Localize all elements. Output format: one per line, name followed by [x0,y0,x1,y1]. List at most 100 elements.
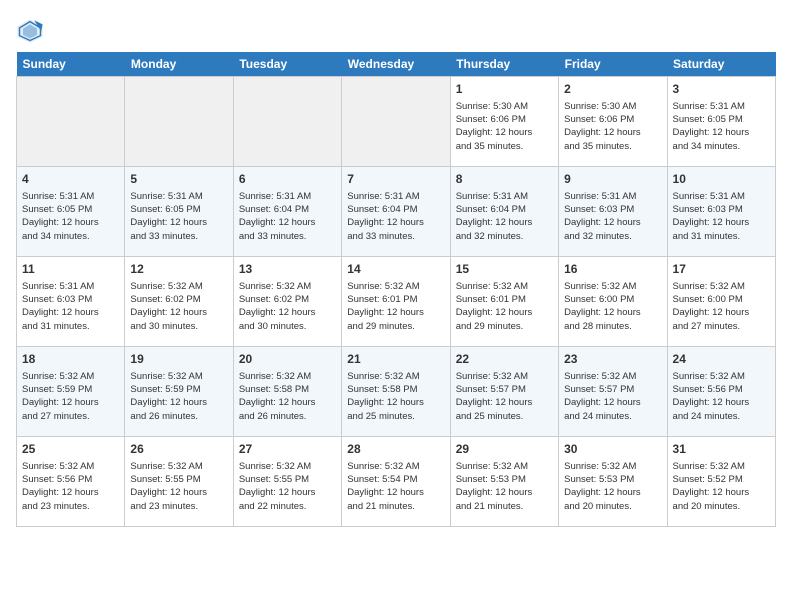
day-number: 28 [347,441,444,458]
calendar-cell: 8 Sunrise: 5:31 AM Sunset: 6:04 PM Daylig… [450,167,558,257]
day-info: Sunrise: 5:32 AM Sunset: 5:53 PM Dayligh… [456,460,553,513]
day-info: Sunrise: 5:31 AM Sunset: 6:05 PM Dayligh… [22,190,119,243]
calendar-cell: 20Sunrise: 5:32 AM Sunset: 5:58 PM Dayli… [233,347,341,437]
day-number: 8 [456,171,553,188]
calendar-cell: 18 Sunrise: 5:32 AM Sunset: 5:59 PM Dayli… [17,347,125,437]
day-info: Sunrise: 5:32 AM Sunset: 5:59 PM Dayligh… [130,370,227,423]
calendar-week-2: 4 Sunrise: 5:31 AM Sunset: 6:05 PM Daylig… [17,167,776,257]
day-number: 4 [22,171,119,188]
calendar-header-row: SundayMondayTuesdayWednesdayThursdayFrid… [17,52,776,77]
day-number: 20 [239,351,336,368]
col-header-tuesday: Tuesday [233,52,341,77]
calendar-cell: 19 Sunrise: 5:32 AM Sunset: 5:59 PM Dayli… [125,347,233,437]
day-number: 25 [22,441,119,458]
day-number: 3 [673,81,770,98]
day-info: Sunrise: 5:32 AM Sunset: 5:53 PM Dayligh… [564,460,661,513]
calendar-cell: 16 Sunrise: 5:32 AM Sunset: 6:00 PM Dayli… [559,257,667,347]
col-header-sunday: Sunday [17,52,125,77]
day-info: Sunrise: 5:30 AM Sunset: 6:06 PM Dayligh… [564,100,661,153]
day-number: 7 [347,171,444,188]
calendar-cell: 1 Sunrise: 5:30 AM Sunset: 6:06 PM Daylig… [450,77,558,167]
logo-icon [16,16,44,44]
day-info: Sunrise: 5:30 AM Sunset: 6:06 PM Dayligh… [456,100,553,153]
day-info: Sunrise: 5:31 AM Sunset: 6:04 PM Dayligh… [456,190,553,243]
day-info: Sunrise: 5:32 AM Sunset: 5:59 PM Dayligh… [22,370,119,423]
calendar-cell: 28 Sunrise: 5:32 AM Sunset: 5:54 PM Dayli… [342,437,450,527]
calendar-week-1: 1 Sunrise: 5:30 AM Sunset: 6:06 PM Daylig… [17,77,776,167]
day-info: Sunrise: 5:32 AM Sunset: 5:56 PM Dayligh… [673,370,770,423]
page-header [16,16,776,44]
col-header-wednesday: Wednesday [342,52,450,77]
day-info: Sunrise: 5:31 AM Sunset: 6:03 PM Dayligh… [673,190,770,243]
calendar-cell: 12 Sunrise: 5:32 AM Sunset: 6:02 PM Dayli… [125,257,233,347]
day-number: 13 [239,261,336,278]
day-number: 11 [22,261,119,278]
calendar-week-3: 11 Sunrise: 5:31 AM Sunset: 6:03 PM Dayli… [17,257,776,347]
day-number: 17 [673,261,770,278]
calendar-cell: 24 Sunrise: 5:32 AM Sunset: 5:56 PM Dayli… [667,347,775,437]
day-info: Sunrise: 5:31 AM Sunset: 6:04 PM Dayligh… [347,190,444,243]
calendar-cell: 2 Sunrise: 5:30 AM Sunset: 6:06 PM Daylig… [559,77,667,167]
day-number: 29 [456,441,553,458]
day-info: Sunrise: 5:32 AM Sunset: 6:01 PM Dayligh… [347,280,444,333]
day-number: 18 [22,351,119,368]
day-number: 12 [130,261,227,278]
day-info: Sunrise: 5:31 AM Sunset: 6:03 PM Dayligh… [564,190,661,243]
calendar-cell: 27 Sunrise: 5:32 AM Sunset: 5:55 PM Dayli… [233,437,341,527]
col-header-monday: Monday [125,52,233,77]
calendar-cell: 3Sunrise: 5:31 AM Sunset: 6:05 PM Daylig… [667,77,775,167]
calendar-cell: 23Sunrise: 5:32 AM Sunset: 5:57 PM Dayli… [559,347,667,437]
calendar-cell: 26 Sunrise: 5:32 AM Sunset: 5:55 PM Dayli… [125,437,233,527]
calendar-cell: 6Sunrise: 5:31 AM Sunset: 6:04 PM Daylig… [233,167,341,257]
day-info: Sunrise: 5:32 AM Sunset: 5:52 PM Dayligh… [673,460,770,513]
day-info: Sunrise: 5:32 AM Sunset: 6:02 PM Dayligh… [130,280,227,333]
day-info: Sunrise: 5:32 AM Sunset: 6:02 PM Dayligh… [239,280,336,333]
calendar-cell [125,77,233,167]
day-number: 10 [673,171,770,188]
day-number: 1 [456,81,553,98]
calendar-week-5: 25 Sunrise: 5:32 AM Sunset: 5:56 PM Dayli… [17,437,776,527]
calendar-table: SundayMondayTuesdayWednesdayThursdayFrid… [16,52,776,527]
day-info: Sunrise: 5:32 AM Sunset: 5:54 PM Dayligh… [347,460,444,513]
calendar-cell: 7 Sunrise: 5:31 AM Sunset: 6:04 PM Daylig… [342,167,450,257]
calendar-cell: 14Sunrise: 5:32 AM Sunset: 6:01 PM Dayli… [342,257,450,347]
logo [16,16,48,44]
calendar-cell: 15 Sunrise: 5:32 AM Sunset: 6:01 PM Dayli… [450,257,558,347]
day-number: 30 [564,441,661,458]
calendar-cell [233,77,341,167]
day-number: 6 [239,171,336,188]
day-number: 21 [347,351,444,368]
col-header-thursday: Thursday [450,52,558,77]
day-info: Sunrise: 5:32 AM Sunset: 5:55 PM Dayligh… [130,460,227,513]
day-number: 9 [564,171,661,188]
calendar-cell: 17 Sunrise: 5:32 AM Sunset: 6:00 PM Dayli… [667,257,775,347]
day-info: Sunrise: 5:32 AM Sunset: 5:57 PM Dayligh… [564,370,661,423]
calendar-cell: 13 Sunrise: 5:32 AM Sunset: 6:02 PM Dayli… [233,257,341,347]
day-info: Sunrise: 5:32 AM Sunset: 5:55 PM Dayligh… [239,460,336,513]
day-number: 5 [130,171,227,188]
calendar-cell: 4 Sunrise: 5:31 AM Sunset: 6:05 PM Daylig… [17,167,125,257]
calendar-cell: 21 Sunrise: 5:32 AM Sunset: 5:58 PM Dayli… [342,347,450,437]
calendar-week-4: 18 Sunrise: 5:32 AM Sunset: 5:59 PM Dayli… [17,347,776,437]
day-info: Sunrise: 5:32 AM Sunset: 5:58 PM Dayligh… [347,370,444,423]
day-number: 26 [130,441,227,458]
day-info: Sunrise: 5:32 AM Sunset: 5:56 PM Dayligh… [22,460,119,513]
day-number: 16 [564,261,661,278]
day-number: 22 [456,351,553,368]
day-number: 15 [456,261,553,278]
day-number: 24 [673,351,770,368]
calendar-cell [17,77,125,167]
day-number: 19 [130,351,227,368]
day-number: 2 [564,81,661,98]
col-header-saturday: Saturday [667,52,775,77]
day-info: Sunrise: 5:32 AM Sunset: 6:00 PM Dayligh… [564,280,661,333]
day-info: Sunrise: 5:32 AM Sunset: 6:01 PM Dayligh… [456,280,553,333]
calendar-cell [342,77,450,167]
calendar-cell: 9 Sunrise: 5:31 AM Sunset: 6:03 PM Daylig… [559,167,667,257]
calendar-cell: 10 Sunrise: 5:31 AM Sunset: 6:03 PM Dayli… [667,167,775,257]
day-info: Sunrise: 5:32 AM Sunset: 6:00 PM Dayligh… [673,280,770,333]
col-header-friday: Friday [559,52,667,77]
calendar-cell: 29 Sunrise: 5:32 AM Sunset: 5:53 PM Dayli… [450,437,558,527]
day-info: Sunrise: 5:31 AM Sunset: 6:03 PM Dayligh… [22,280,119,333]
day-number: 27 [239,441,336,458]
